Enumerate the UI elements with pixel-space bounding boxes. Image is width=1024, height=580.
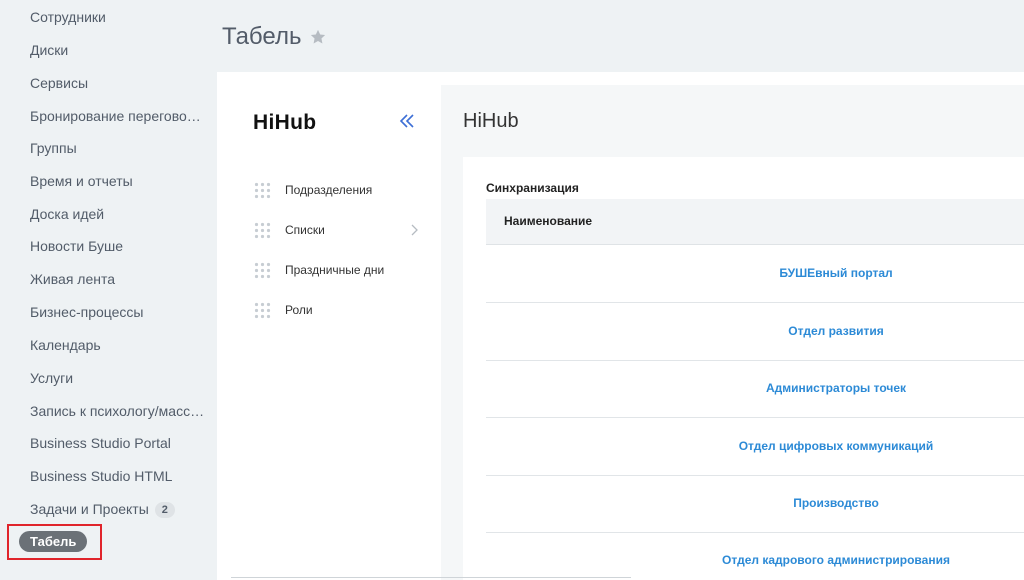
side-item-roles[interactable]: Роли [254, 301, 424, 319]
nav-item-meeting-room-booking[interactable]: Бронирование переговорных [30, 106, 208, 126]
nav-item-business-studio-portal[interactable]: Business Studio Portal [30, 433, 208, 453]
table-row: БУШЕвный портал [486, 246, 1024, 303]
row-link[interactable]: Производство [486, 496, 1024, 510]
nav-item-live-feed[interactable]: Живая лента [30, 269, 208, 289]
nav-item-tasks-projects[interactable]: Задачи и Проекты 2 [30, 499, 208, 519]
app-sidebar [217, 72, 441, 580]
nav-item-psychologist-booking[interactable]: Запись к психологу/массажисту [30, 401, 208, 421]
nav-item-business-processes[interactable]: Бизнес-процессы [30, 302, 208, 322]
nav-item-groups[interactable]: Группы [30, 138, 208, 158]
chevron-right-icon [411, 224, 418, 236]
grid-dots-icon [254, 182, 271, 198]
grid-dots-icon [254, 302, 271, 318]
side-item-holidays[interactable]: Праздничные дни [254, 261, 424, 279]
nav-item-calendar[interactable]: Календарь [30, 335, 208, 355]
grid-dots-icon [254, 262, 271, 278]
row-link[interactable]: Отдел цифровых коммуникаций [486, 439, 1024, 453]
nav-item-news[interactable]: Новости Буше [30, 236, 208, 256]
nav-item-services-2[interactable]: Услуги [30, 368, 208, 388]
nav-item-idea-board[interactable]: Доска идей [30, 204, 208, 224]
table-header: Наименование [486, 199, 1024, 245]
nav-item-services[interactable]: Сервисы [30, 73, 208, 93]
page-title: Табель [222, 23, 302, 50]
side-item-departments[interactable]: Подразделения [254, 181, 424, 199]
row-link[interactable]: БУШЕвный портал [486, 266, 1024, 280]
table-row: Отдел кадрового администрирования [486, 533, 1024, 580]
table-row: Отдел развития [486, 304, 1024, 361]
nav-item-timesheet-active[interactable]: Табель [19, 531, 88, 552]
counter-badge: 2 [154, 502, 175, 518]
side-item-label: Подразделения [285, 183, 373, 197]
collapse-double-chevron-icon[interactable] [398, 113, 416, 129]
star-icon[interactable] [309, 28, 327, 46]
table-row: Администраторы точек [486, 361, 1024, 418]
app-logo: HiHub [253, 111, 317, 134]
nav-item-time-reports[interactable]: Время и отчеты [30, 171, 208, 191]
nav-item-label: Задачи и Проекты [30, 501, 149, 517]
section-title: Синхранизация [486, 181, 579, 195]
nav-item-disks[interactable]: Диски [30, 40, 208, 60]
side-item-label: Списки [285, 223, 325, 237]
page-header: Табель [222, 22, 327, 52]
nav-item-business-studio-html[interactable]: Business Studio HTML [30, 466, 208, 486]
row-link[interactable]: Администраторы точек [486, 381, 1024, 395]
side-item-lists[interactable]: Списки [254, 221, 424, 239]
column-header-name[interactable]: Наименование [504, 214, 592, 228]
side-item-label: Роли [285, 303, 313, 317]
table-row: Отдел цифровых коммуникаций [486, 419, 1024, 476]
row-link[interactable]: Отдел кадрового администрирования [486, 553, 1024, 567]
nav-item-employees[interactable]: Сотрудники [30, 7, 208, 27]
row-link[interactable]: Отдел развития [486, 324, 1024, 338]
grid-dots-icon [254, 222, 271, 238]
left-navigation: Сотрудники Диски Сервисы Бронирование пе… [0, 0, 217, 580]
main-title: HiHub [463, 110, 519, 132]
table-row: Производство [486, 476, 1024, 533]
side-item-label: Праздничные дни [285, 263, 385, 277]
